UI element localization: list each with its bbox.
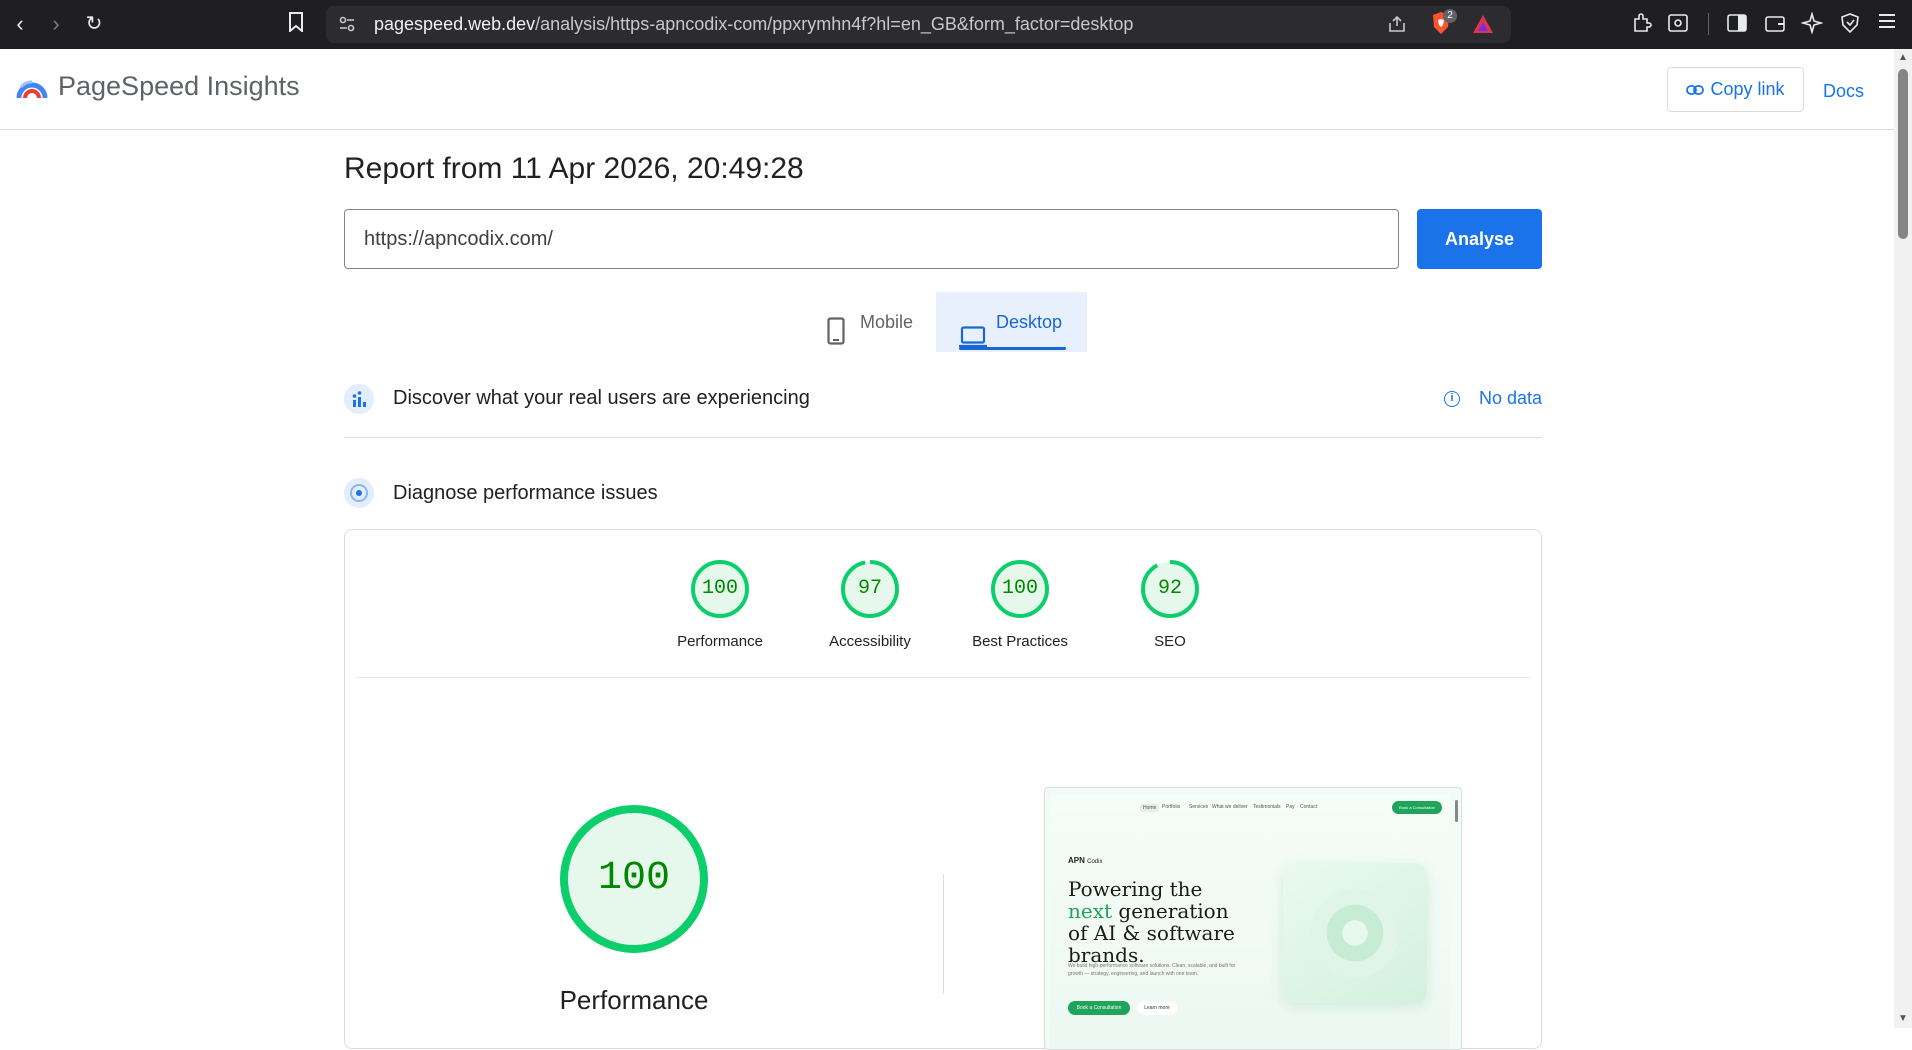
scroll-up-arrow-icon[interactable]: ▲ — [1898, 53, 1908, 63]
menu-icon[interactable] — [1875, 12, 1899, 36]
address-bar[interactable]: pagespeed.web.dev/analysis/https-apncodi… — [326, 6, 1511, 43]
score-label: Accessibility — [829, 633, 911, 650]
card-divider — [355, 677, 1531, 678]
field-data-heading: Discover what your real users are experi… — [393, 387, 810, 409]
site-settings-icon[interactable] — [338, 15, 356, 38]
thumb-nav-item: Portfolio — [1162, 804, 1181, 810]
laptop-icon — [958, 312, 988, 372]
score-value: 92 — [1157, 577, 1182, 600]
users-chart-icon — [344, 384, 374, 414]
diagnose-heading: Diagnose performance issues — [393, 482, 658, 504]
main-score-label: Performance — [559, 985, 709, 1015]
main-performance-gauge: 100 — [558, 803, 710, 955]
page-scrollbar[interactable]: ▲ ▼ — [1894, 49, 1912, 1028]
reload-icon[interactable]: ↻ — [80, 10, 108, 38]
brave-rewards-icon[interactable] — [1472, 14, 1494, 39]
analyse-button[interactable]: Analyse — [1417, 209, 1542, 269]
tab-mobile-label: Mobile — [860, 312, 914, 332]
thumb-headline: Powering the next generation of AI & sof… — [1068, 878, 1248, 966]
mobile-phone-icon — [827, 309, 845, 369]
thumb-nav-item: What we deliver — [1212, 804, 1248, 810]
thumb-nav-item: Home — [1140, 804, 1160, 812]
leo-ai-icon[interactable] — [1800, 11, 1824, 36]
score-gauge-best-practices[interactable]: 100 Best Practices — [950, 558, 1090, 650]
score-gauge-performance[interactable]: 100 Performance — [650, 558, 790, 650]
scores-card: 100 Performance 97 Accessibility 100 Bes… — [344, 529, 1542, 1050]
pagespeed-logo-icon[interactable] — [16, 74, 48, 106]
score-value: 100 — [1001, 577, 1038, 600]
extensions-icon[interactable] — [1630, 12, 1654, 36]
copy-link-button[interactable]: Copy link — [1667, 67, 1804, 112]
thumb-nav-item: Services — [1189, 804, 1209, 810]
score-label: Best Practices — [972, 633, 1068, 650]
info-icon[interactable]: i — [1444, 391, 1460, 407]
browser-toolbar: ‹ › ↻ pagespeed.web.dev/analysis/https-a… — [0, 0, 1912, 49]
thumb-nav-item: Pay — [1286, 804, 1295, 810]
thumb-hero-card — [1283, 863, 1427, 1003]
brave-shields-icon[interactable]: 2 — [1429, 9, 1457, 37]
shields-count-badge: 2 — [1443, 9, 1457, 23]
score-ring: 92 — [1139, 558, 1201, 620]
tab-desktop-label: Desktop — [996, 312, 1063, 332]
report-title: Report from 11 Apr 2026, 20:49:28 — [344, 152, 804, 185]
score-value: 100 — [701, 577, 738, 600]
thumb-scrollbar — [1455, 800, 1458, 822]
thumb-cta: Book a Consultation — [1392, 801, 1442, 814]
tab-desktop[interactable]: Desktop — [936, 292, 1087, 352]
back-icon[interactable]: ‹ — [6, 10, 34, 38]
sidebar-icon[interactable] — [1725, 12, 1749, 36]
thumb-headline-accent: next — [1068, 899, 1113, 923]
thumb-hero-ring — [1311, 889, 1399, 977]
app-title[interactable]: PageSpeed Insights — [58, 71, 300, 102]
url-input[interactable] — [344, 209, 1399, 269]
thumbnail-page: Home Portfolio Services What we deliver … — [1050, 794, 1450, 1049]
thumb-brand: APN Codix — [1068, 856, 1102, 865]
score-ring: 97 — [839, 558, 901, 620]
thumb-headline-start: Powering the — [1068, 877, 1203, 901]
scroll-down-arrow-icon[interactable]: ▼ — [1898, 1014, 1908, 1024]
score-ring: 100 — [989, 558, 1051, 620]
diagnose-gauge-icon — [344, 478, 374, 508]
bookmark-icon[interactable] — [284, 12, 308, 36]
score-gauge-accessibility[interactable]: 97 Accessibility — [800, 558, 940, 650]
url-text: pagespeed.web.dev/analysis/https-apncodi… — [374, 6, 1133, 43]
url-domain: pagespeed.web.dev — [374, 14, 536, 34]
thumb-brand-name: APN — [1068, 856, 1085, 865]
vpn-icon[interactable] — [1838, 12, 1862, 36]
score-label: SEO — [1154, 633, 1186, 650]
url-path: /analysis/https-apncodix-com/ppxrymhn4f?… — [535, 14, 1134, 34]
vertical-separator — [943, 874, 944, 994]
no-data-link[interactable]: No data — [1479, 388, 1542, 409]
forward-icon[interactable]: › — [42, 10, 70, 38]
toolbar-divider — [1708, 13, 1709, 35]
main-score-value: 100 — [597, 856, 670, 901]
score-ring: 100 — [689, 558, 751, 620]
wallet-icon[interactable] — [1763, 12, 1787, 36]
score-value: 97 — [857, 577, 882, 600]
thumb-body: We build high-performance software solut… — [1068, 963, 1236, 977]
final-screenshot-thumbnail[interactable]: Home Portfolio Services What we deliver … — [1044, 787, 1462, 1050]
share-icon[interactable] — [1387, 14, 1407, 39]
link-icon — [1686, 69, 1705, 112]
thumb-nav-item: Contact — [1300, 804, 1318, 810]
active-tab-indicator — [959, 347, 1066, 350]
copy-link-label: Copy link — [1710, 79, 1785, 99]
section-divider — [344, 437, 1542, 438]
score-label: Performance — [677, 633, 763, 650]
thumb-secondary-button: Learn more — [1137, 1001, 1177, 1015]
docs-link[interactable]: Docs — [1823, 81, 1864, 102]
psi-header: PageSpeed Insights Copy link Docs — [0, 49, 1894, 130]
scrollbar-thumb[interactable] — [1898, 69, 1908, 239]
reader-icon[interactable] — [1666, 12, 1690, 36]
thumb-brand-suffix: Codix — [1087, 859, 1103, 865]
tab-mobile[interactable]: Mobile — [819, 292, 937, 352]
thumb-primary-button: Book a Consultation — [1068, 1001, 1130, 1015]
score-gauge-seo[interactable]: 92 SEO — [1100, 558, 1240, 650]
thumb-nav-item: Testimonials — [1253, 804, 1281, 810]
